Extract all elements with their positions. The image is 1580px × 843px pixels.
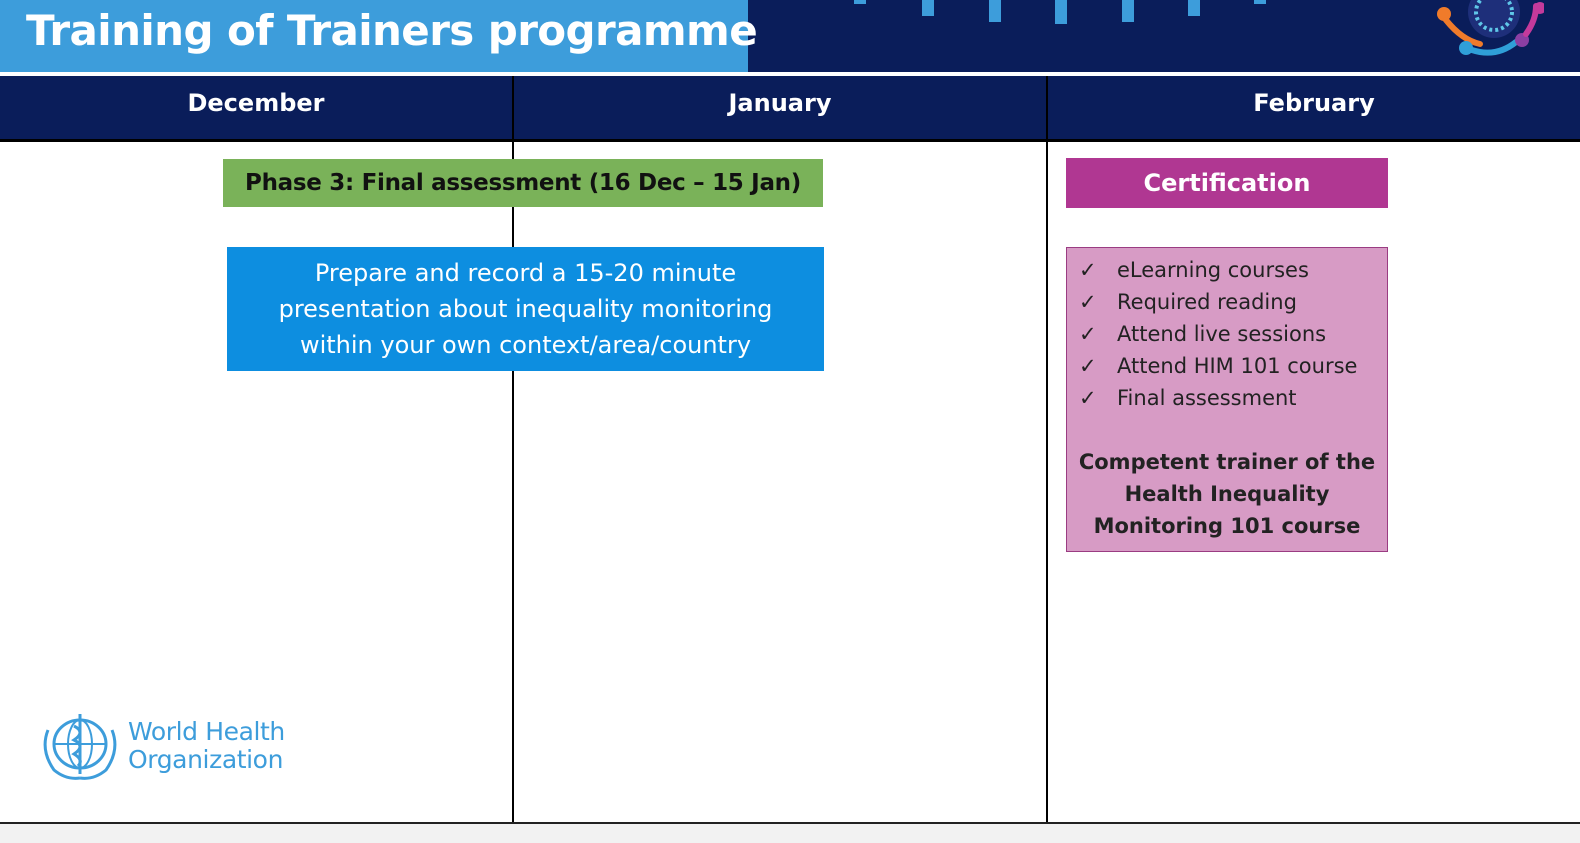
decorative-bar bbox=[922, 0, 934, 16]
bottom-strip bbox=[0, 824, 1580, 843]
certification-box: ✓ eLearning courses ✓ Required reading ✓ At… bbox=[1066, 247, 1388, 552]
task-line: presentation about inequality monitoring bbox=[278, 295, 773, 323]
title-banner: Training of Trainers programme bbox=[0, 0, 758, 72]
decorative-bar bbox=[1188, 0, 1200, 16]
slide: Training of Trainers programme December … bbox=[0, 0, 1580, 843]
certification-heading: Certification bbox=[1066, 158, 1388, 208]
programme-logo-icon bbox=[1437, 0, 1544, 56]
list-item: ✓ Attend live sessions bbox=[1079, 318, 1357, 350]
who-emblem-icon bbox=[43, 714, 117, 780]
outcome-line: Health Inequality bbox=[1124, 482, 1330, 506]
task-box: Prepare and record a 15-20 minute presen… bbox=[227, 247, 824, 371]
certification-checklist: ✓ eLearning courses ✓ Required reading ✓ At… bbox=[1079, 254, 1357, 414]
checklist-label: Attend HIM 101 course bbox=[1117, 354, 1358, 378]
month-february: February bbox=[1253, 89, 1375, 117]
decorative-bar bbox=[854, 0, 866, 4]
outcome-line: Monitoring 101 course bbox=[1093, 514, 1361, 538]
checklist-label: eLearning courses bbox=[1117, 258, 1309, 282]
who-logo-line: World Health bbox=[128, 717, 285, 746]
list-item: ✓ eLearning courses bbox=[1079, 254, 1357, 286]
checkmark-icon: ✓ bbox=[1079, 386, 1097, 410]
checkmark-icon: ✓ bbox=[1079, 290, 1097, 314]
column-divider bbox=[1046, 76, 1048, 822]
month-january: January bbox=[728, 89, 832, 117]
decorative-bar bbox=[1122, 0, 1134, 22]
task-line: Prepare and record a 15-20 minute bbox=[314, 259, 737, 287]
decorative-bar bbox=[1055, 0, 1067, 24]
task-line: within your own context/area/country bbox=[299, 331, 752, 359]
decorative-bars bbox=[850, 0, 1290, 26]
who-logo-line: Organization bbox=[128, 745, 284, 774]
outcome-line: Competent trainer of the bbox=[1078, 450, 1376, 474]
checklist-label: Final assessment bbox=[1117, 386, 1297, 410]
decorative-bar bbox=[1254, 0, 1266, 4]
month-december: December bbox=[187, 89, 325, 117]
checkmark-icon: ✓ bbox=[1079, 258, 1097, 282]
checkmark-icon: ✓ bbox=[1079, 354, 1097, 378]
list-item: ✓ Final assessment bbox=[1079, 382, 1357, 414]
page-title: Training of Trainers programme bbox=[26, 6, 758, 55]
certification-outcome: Competent trainer of the Health Inequali… bbox=[1067, 446, 1387, 542]
month-header-row: December January February bbox=[0, 76, 1580, 142]
list-item: ✓ Attend HIM 101 course bbox=[1079, 350, 1357, 382]
checklist-label: Required reading bbox=[1117, 290, 1297, 314]
list-item: ✓ Required reading bbox=[1079, 286, 1357, 318]
who-logo-text: World Health Organization bbox=[128, 718, 285, 774]
decorative-bar bbox=[989, 0, 1001, 22]
phase-banner: Phase 3: Final assessment (16 Dec – 15 J… bbox=[223, 159, 823, 207]
checkmark-icon: ✓ bbox=[1079, 322, 1097, 346]
who-logo: World Health Organization bbox=[38, 710, 298, 784]
checklist-label: Attend live sessions bbox=[1117, 322, 1327, 346]
